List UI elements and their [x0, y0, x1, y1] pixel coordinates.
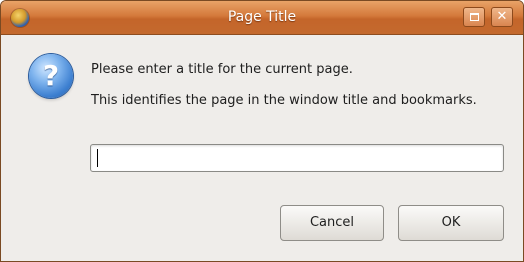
- close-button[interactable]: ✕: [491, 7, 513, 27]
- page-title-input[interactable]: [90, 144, 504, 172]
- window-title: Page Title: [227, 9, 297, 25]
- maximize-icon: [469, 13, 479, 21]
- cancel-button[interactable]: Cancel: [280, 205, 384, 241]
- maximize-button[interactable]: [463, 7, 485, 27]
- question-icon: ?: [29, 54, 73, 98]
- message-line-2: This identifies the page in the window t…: [91, 93, 477, 108]
- text-caret: [97, 149, 98, 167]
- message-line-1: Please enter a title for the current pag…: [91, 62, 353, 77]
- close-icon: ✕: [496, 9, 508, 24]
- page-title-dialog: Page Title ✕ ? Please enter a title for …: [0, 0, 524, 262]
- ok-button[interactable]: OK: [398, 205, 504, 241]
- title-bar[interactable]: Page Title ✕: [1, 1, 523, 35]
